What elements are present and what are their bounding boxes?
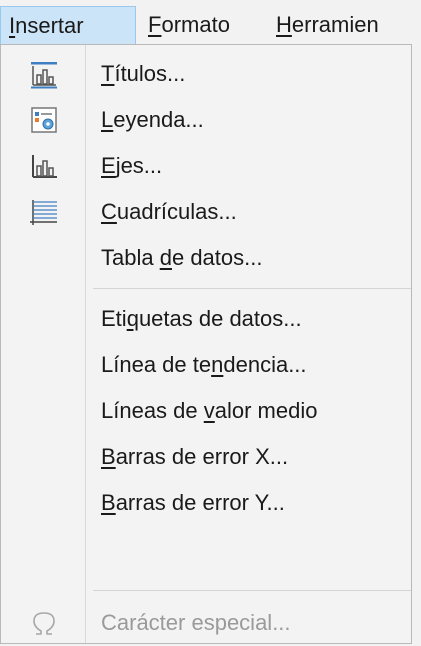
menu-item-leyenda-label: Leyenda... (101, 97, 204, 143)
etiquetas-mnemonic: q (126, 306, 139, 331)
legend-icon (31, 107, 57, 133)
menu-formato-mnemonic: F (148, 12, 162, 37)
valor-medio-mnemonic: v (203, 398, 215, 423)
tabla-mnemonic: d (159, 245, 172, 270)
ejes-post: jes... (115, 153, 163, 178)
leyenda-mnemonic: L (101, 107, 114, 132)
insertar-dropdown: Títulos... Leyenda... Ejes... Cuadrícula… (0, 44, 412, 644)
tendencia-pre: Línea de te (101, 352, 212, 377)
menu-formato[interactable]: Formato (140, 6, 262, 44)
tabla-post: e datos... (171, 245, 263, 270)
chart-titles-icon (31, 62, 57, 89)
menu-item-tabla-label: Tabla de datos... (101, 235, 262, 281)
omega-icon (33, 612, 55, 635)
menu-item-error-y-label: Barras de error Y... (101, 480, 285, 526)
caracter-pre: Carácter especial... (101, 610, 291, 635)
menu-insertar[interactable]: Insertar (0, 6, 136, 44)
menu-item-etiquetas-label: Etiquetas de datos... (101, 296, 302, 342)
leyenda-post: eyenda... (113, 107, 204, 132)
menu-separator (93, 288, 411, 289)
etiquetas-pre: Eti (101, 306, 127, 331)
titulos-mnemonic: T (101, 61, 115, 86)
menu-item-caracter-especial[interactable]: Carácter especial... (1, 600, 411, 646)
tabla-pre: Tabla (101, 245, 160, 270)
tendencia-post: dencia... (223, 352, 307, 377)
menu-item-linea-de-tendencia[interactable]: Línea de tendencia... (1, 342, 411, 388)
menu-herramientas[interactable]: Herramien (268, 6, 421, 44)
menu-insertar-post: nsertar (15, 13, 84, 38)
menu-item-caracter-label: Carácter especial... (101, 600, 291, 646)
error-y-post: arras de error Y... (115, 490, 285, 515)
menu-item-ejes[interactable]: Ejes... (1, 143, 411, 189)
menu-item-cuadriculas[interactable]: Cuadrículas... (1, 189, 411, 235)
menu-formato-post: ormato (161, 12, 230, 37)
menu-item-tendencia-label: Línea de tendencia... (101, 342, 307, 388)
ejes-mnemonic: E (101, 153, 116, 178)
menu-item-titulos[interactable]: Títulos... (1, 51, 411, 97)
menu-separator (93, 590, 411, 591)
menu-item-barras-de-error-x[interactable]: Barras de error X... (1, 434, 411, 480)
grid-lines-icon (30, 200, 57, 225)
titulos-post: ítulos... (114, 61, 186, 86)
valor-medio-pre: Líneas de (101, 398, 204, 423)
menu-item-leyenda[interactable]: Leyenda... (1, 97, 411, 143)
menu-item-barras-de-error-y[interactable]: Barras de error Y... (1, 480, 411, 526)
menu-item-etiquetas-de-datos[interactable]: Etiquetas de datos... (1, 296, 411, 342)
error-x-post: arras de error X... (115, 444, 289, 469)
menu-item-valor-medio-label: Líneas de valor medio (101, 388, 317, 434)
etiquetas-post: uetas de datos... (138, 306, 302, 331)
menu-item-ejes-label: Ejes... (101, 143, 162, 189)
menu-item-titulos-label: Títulos... (101, 51, 185, 97)
menu-item-cuadriculas-label: Cuadrículas... (101, 189, 237, 235)
cuadriculas-post: uadrículas... (116, 199, 237, 224)
error-x-mnemonic: B (101, 444, 116, 469)
menu-item-tabla-de-datos[interactable]: Tabla de datos... (1, 235, 411, 281)
menu-herramientas-mnemonic: H (276, 12, 292, 37)
menu-bar: Insertar Formato Herramien (0, 0, 421, 44)
valor-medio-post: alor medio (214, 398, 318, 423)
menu-item-error-x-label: Barras de error X... (101, 434, 288, 480)
cuadriculas-mnemonic: C (101, 199, 117, 224)
chart-axes-icon (32, 155, 57, 178)
tendencia-mnemonic: n (211, 352, 224, 377)
menu-item-lineas-de-valor-medio[interactable]: Líneas de valor medio (1, 388, 411, 434)
error-y-mnemonic: B (101, 490, 116, 515)
menu-herramientas-post: erramien (291, 12, 379, 37)
